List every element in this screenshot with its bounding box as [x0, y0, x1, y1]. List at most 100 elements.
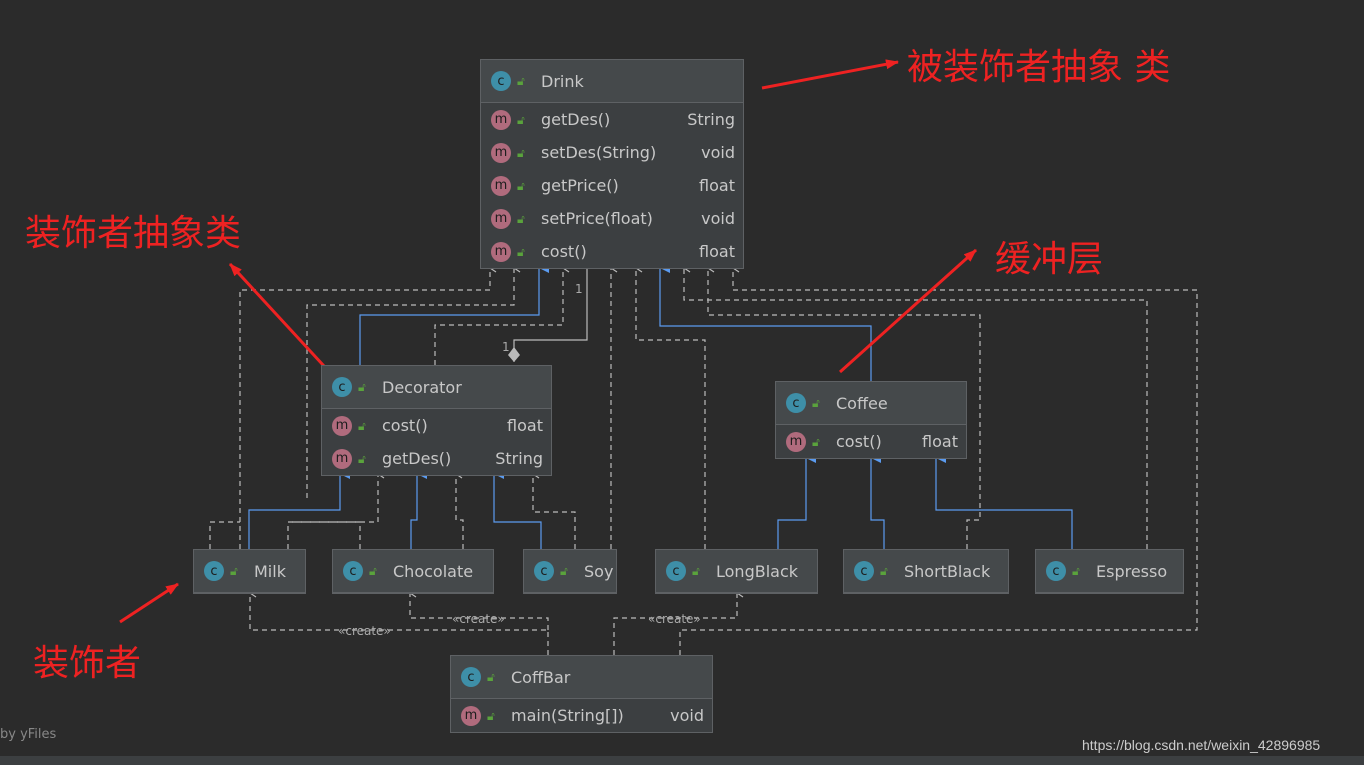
class-header[interactable]: c 🔓︎ CoffBar: [451, 656, 712, 699]
annotation-arrow-decorator: [228, 262, 337, 380]
public-lock-icon: 🔓︎: [517, 211, 525, 226]
inherit-shortblack: [870, 453, 885, 549]
inherit-chocolate: [410, 469, 427, 549]
return-type: float: [922, 432, 958, 451]
class-header[interactable]: c 🔓︎ ShortBlack: [844, 550, 1008, 593]
class-icon: c: [343, 561, 363, 581]
public-lock-icon: 🔓︎: [692, 564, 700, 578]
method-icon: m: [491, 109, 511, 130]
public-lock-icon: 🔓︎: [517, 112, 525, 127]
class-icon: c: [491, 71, 511, 91]
class-coffbar[interactable]: c 🔓︎ CoffBar m 🔓︎ main(String[]) void: [450, 655, 713, 733]
public-lock-icon: 🔓︎: [358, 451, 366, 466]
class-name: Decorator: [382, 377, 462, 397]
class-espresso[interactable]: c 🔓︎ Espresso: [1035, 549, 1184, 594]
dep-decorator-drink: [434, 268, 563, 365]
class-icon: c: [1046, 561, 1066, 581]
dep-choc-decorator: [456, 474, 464, 549]
method-icon: m: [491, 175, 511, 196]
method-icon: m: [491, 208, 511, 229]
annotation-arrow-coffee: [838, 248, 978, 374]
class-icon: c: [786, 393, 806, 413]
class-chocolate[interactable]: c 🔓︎ Chocolate: [332, 549, 494, 594]
class-header[interactable]: c 🔓︎ Espresso: [1036, 550, 1183, 593]
method-row[interactable]: m 🔓︎ main(String[]) void: [451, 699, 712, 732]
inherit-longblack: [777, 453, 816, 549]
method-row[interactable]: m 🔓︎ cost() float: [776, 425, 966, 458]
class-longblack[interactable]: c 🔓︎ LongBlack: [655, 549, 818, 594]
class-name: CoffBar: [511, 667, 571, 687]
method-icon: m: [332, 415, 352, 436]
method-name: main(String[]): [511, 706, 624, 725]
inherit-coffee-drink: [659, 263, 872, 381]
class-header[interactable]: c 🔓︎ Drink: [481, 60, 743, 103]
class-icon: c: [666, 561, 686, 581]
return-type: void: [701, 143, 735, 162]
method-icon: m: [461, 705, 481, 726]
return-type: float: [699, 176, 735, 195]
method-row[interactable]: m 🔓︎ cost() float: [322, 409, 551, 442]
annotation-concrete: 装饰者: [33, 643, 142, 684]
method-icon: m: [491, 142, 511, 163]
public-lock-icon: 🔓︎: [1072, 564, 1080, 578]
class-header[interactable]: c 🔓︎ Milk: [194, 550, 305, 593]
class-header[interactable]: c 🔓︎ Chocolate: [333, 550, 493, 593]
class-name: Drink: [541, 71, 584, 91]
class-decorator[interactable]: c 🔓︎ Decorator m 🔓︎ cost() float m 🔓︎ getDes() Str…: [321, 365, 552, 476]
dep-soy-decorator: [533, 474, 576, 549]
class-shortblack[interactable]: c 🔓︎ ShortBlack: [843, 549, 1009, 594]
method-name: setDes(String): [541, 143, 657, 162]
multiplicity-label: 1: [502, 340, 510, 354]
class-header[interactable]: c 🔓︎ Decorator: [322, 366, 551, 409]
method-icon: m: [332, 448, 352, 469]
method-row[interactable]: m 🔓︎ cost() float: [481, 235, 743, 268]
class-header[interactable]: c 🔓︎ LongBlack: [656, 550, 817, 593]
method-icon: m: [491, 241, 511, 262]
public-lock-icon: 🔓︎: [517, 145, 525, 160]
return-type: float: [507, 416, 543, 435]
class-drink[interactable]: c 🔓︎ Drink m 🔓︎ getDes() String m 🔓︎ setDes(Strin…: [480, 59, 744, 269]
public-lock-icon: 🔓︎: [369, 564, 377, 578]
class-name: Chocolate: [393, 561, 474, 581]
method-row[interactable]: m 🔓︎ setDes(String) void: [481, 136, 743, 169]
class-name: Soy: [584, 561, 614, 581]
class-icon: c: [204, 561, 224, 581]
public-lock-icon: 🔓︎: [487, 670, 495, 684]
method-name: getPrice(): [541, 176, 619, 195]
class-name: Coffee: [836, 393, 888, 413]
method-name: getDes(): [382, 449, 452, 468]
method-name: cost(): [836, 432, 882, 451]
annotation-arrow-concrete: [119, 582, 179, 624]
class-icon: c: [534, 561, 554, 581]
method-icon: m: [786, 431, 806, 452]
class-soy[interactable]: c 🔓︎ Soy: [523, 549, 617, 594]
method-row[interactable]: m 🔓︎ getPrice() float: [481, 169, 743, 202]
public-lock-icon: 🔓︎: [358, 380, 366, 394]
create-label: «create»: [648, 612, 701, 626]
class-coffee[interactable]: c 🔓︎ Coffee m 🔓︎ cost() float: [775, 381, 967, 459]
class-milk[interactable]: c 🔓︎ Milk: [193, 549, 306, 594]
inherit-espresso: [935, 453, 1073, 549]
method-row[interactable]: m 🔓︎ getDes() String: [481, 103, 743, 136]
create-label: «create»: [452, 612, 505, 626]
watermark: by yFiles: [0, 727, 57, 742]
public-lock-icon: 🔓︎: [358, 418, 366, 433]
method-row[interactable]: m 🔓︎ setPrice(float) void: [481, 202, 743, 235]
annotation-decorator: 装饰者抽象类: [25, 213, 242, 254]
dep-milk-decorator: [287, 474, 378, 549]
class-name: Milk: [254, 561, 286, 581]
return-type: String: [495, 449, 543, 468]
url-watermark: https://blog.csdn.net/weixin_42896985: [1082, 737, 1321, 753]
dep-longblack-drink: [636, 268, 706, 549]
annotation-drink: 被装饰者抽象 类: [907, 47, 1171, 88]
return-type: String: [687, 110, 735, 129]
composition-diamond: [508, 347, 520, 362]
class-header[interactable]: c 🔓︎ Soy: [524, 550, 616, 593]
class-name: ShortBlack: [904, 561, 991, 581]
method-row[interactable]: m 🔓︎ getDes() String: [322, 442, 551, 475]
public-lock-icon: 🔓︎: [560, 564, 568, 578]
multiplicity-label: 1: [575, 282, 583, 296]
annotation-coffee: 缓冲层: [995, 239, 1104, 280]
class-header[interactable]: c 🔓︎ Coffee: [776, 382, 966, 425]
public-lock-icon: 🔓︎: [487, 708, 495, 723]
